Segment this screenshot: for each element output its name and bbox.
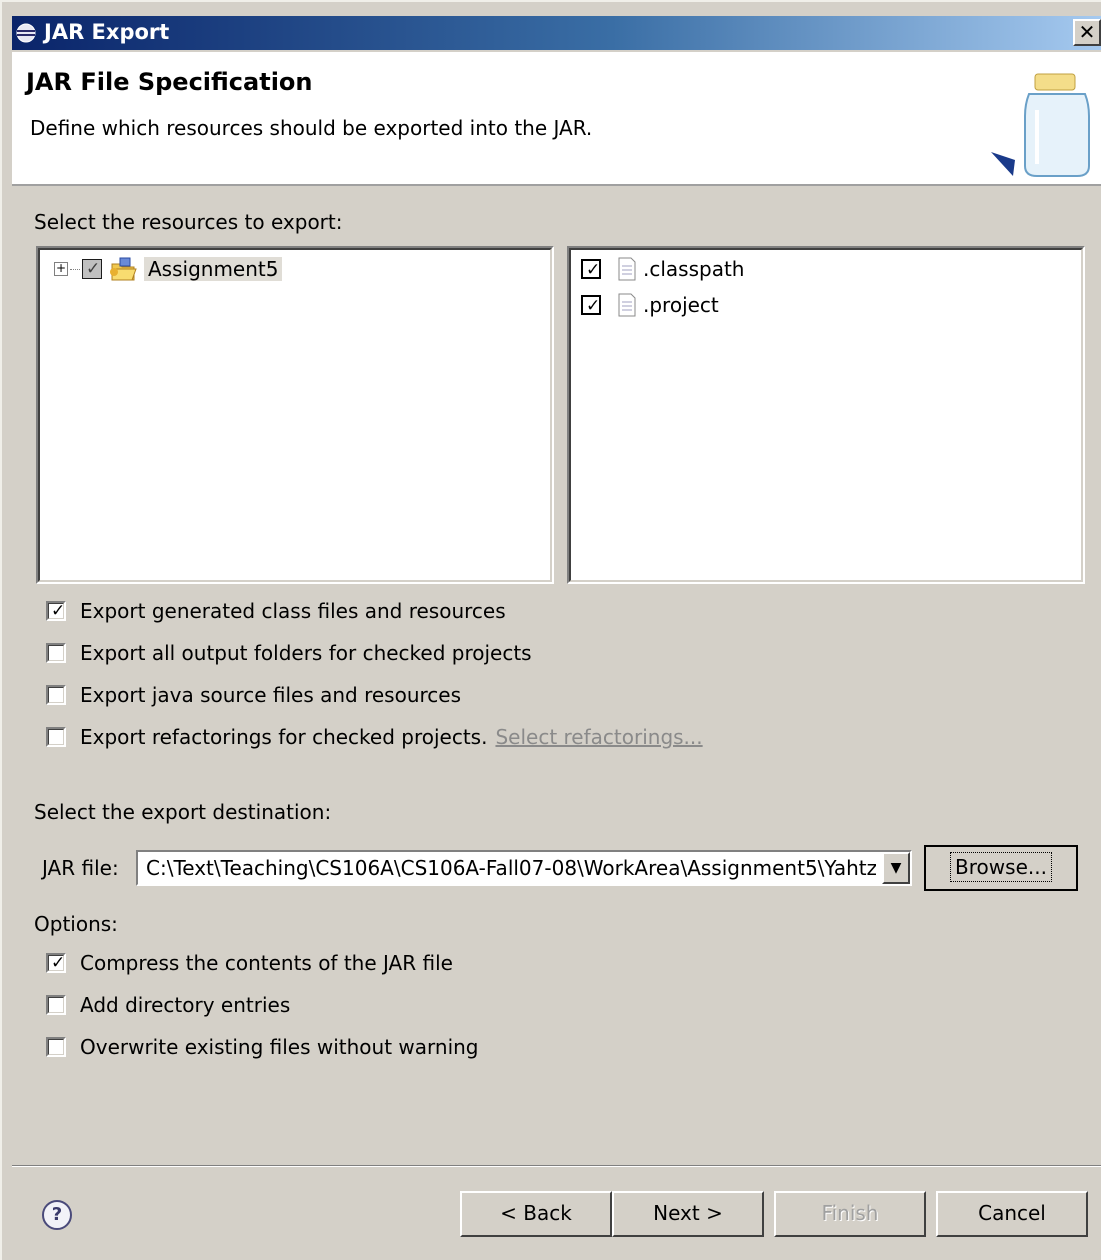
next-button[interactable]: Next >	[612, 1191, 764, 1237]
export-refactorings-checkbox[interactable]	[46, 727, 66, 747]
tree-checkbox[interactable]: ✓	[82, 259, 102, 279]
export-output-folders-label: Export all output folders for checked pr…	[80, 641, 532, 665]
page-description: Define which resources should be exporte…	[30, 116, 593, 140]
eclipse-icon	[16, 23, 36, 43]
compress-option[interactable]: ✓ Compress the contents of the JAR file	[46, 948, 453, 978]
expand-icon[interactable]: +	[54, 262, 68, 276]
options-label: Options:	[34, 912, 118, 936]
jar-file-input[interactable]: C:\Text\Teaching\CS106A\CS106A-Fall07-08…	[146, 856, 876, 880]
directory-entries-label: Add directory entries	[80, 993, 291, 1017]
list-item[interactable]: ✓ .classpath	[581, 254, 744, 284]
footer-separator	[12, 1165, 1101, 1167]
back-button[interactable]: < Back	[460, 1191, 612, 1237]
jar-file-label: JAR file:	[42, 856, 119, 880]
list-item[interactable]: ✓ .project	[581, 290, 719, 320]
export-refactorings-option[interactable]: Export refactorings for checked projects…	[46, 722, 703, 752]
export-class-files-option[interactable]: ✓ Export generated class files and resou…	[46, 596, 506, 626]
export-class-files-label: Export generated class files and resourc…	[80, 599, 506, 623]
jar-icon	[991, 73, 1090, 177]
file-label: .project	[643, 293, 719, 317]
overwrite-checkbox[interactable]	[46, 1037, 66, 1057]
file-checkbox[interactable]: ✓	[581, 259, 601, 280]
select-refactorings-link[interactable]: Select refactorings...	[495, 725, 702, 749]
chevron-down-icon[interactable]: ▼	[882, 852, 910, 884]
resources-label: Select the resources to export:	[34, 210, 343, 234]
page-title: JAR File Specification	[26, 68, 313, 96]
export-output-folders-option[interactable]: Export all output folders for checked pr…	[46, 638, 532, 668]
export-source-files-label: Export java source files and resources	[80, 683, 462, 707]
tree-item-label: Assignment5	[144, 257, 283, 281]
destination-label: Select the export destination:	[34, 800, 332, 824]
help-icon[interactable]: ?	[42, 1200, 72, 1230]
file-icon	[618, 257, 636, 281]
browse-button[interactable]: Browse...	[924, 845, 1078, 891]
compress-label: Compress the contents of the JAR file	[80, 951, 453, 975]
overwrite-label: Overwrite existing files without warning	[80, 1035, 479, 1059]
export-class-files-checkbox[interactable]: ✓	[46, 601, 66, 621]
jar-file-combo[interactable]: C:\Text\Teaching\CS106A\CS106A-Fall07-08…	[136, 850, 912, 886]
compress-checkbox[interactable]: ✓	[46, 953, 66, 973]
finish-button[interactable]: Finish	[774, 1191, 926, 1237]
directory-entries-option[interactable]: Add directory entries	[46, 990, 290, 1020]
window-title: JAR Export	[44, 20, 170, 44]
file-label: .classpath	[643, 257, 745, 281]
directory-entries-checkbox[interactable]	[46, 995, 66, 1015]
export-source-files-option[interactable]: Export java source files and resources	[46, 680, 461, 710]
overwrite-option[interactable]: Overwrite existing files without warning	[46, 1032, 479, 1062]
title-bar: JAR Export ✕	[12, 16, 1101, 50]
file-icon	[618, 293, 636, 317]
close-button[interactable]: ✕	[1073, 19, 1101, 46]
file-list[interactable]: ✓ .classpath ✓ .project	[567, 246, 1085, 584]
jar-export-dialog: JAR Export ✕ JAR File Specification Defi…	[0, 0, 1101, 1260]
header-banner: JAR File Specification Define which reso…	[12, 52, 1101, 186]
export-source-files-checkbox[interactable]	[46, 685, 66, 705]
cancel-button[interactable]: Cancel	[936, 1191, 1088, 1237]
export-output-folders-checkbox[interactable]	[46, 643, 66, 663]
file-checkbox[interactable]: ✓	[581, 295, 601, 316]
project-folder-icon	[110, 257, 137, 281]
export-refactorings-label: Export refactorings for checked projects…	[80, 725, 488, 749]
tree-item-assignment5[interactable]: + ✓ Assignment5	[54, 254, 283, 284]
project-tree[interactable]: + ✓ Assignment5	[36, 246, 554, 584]
